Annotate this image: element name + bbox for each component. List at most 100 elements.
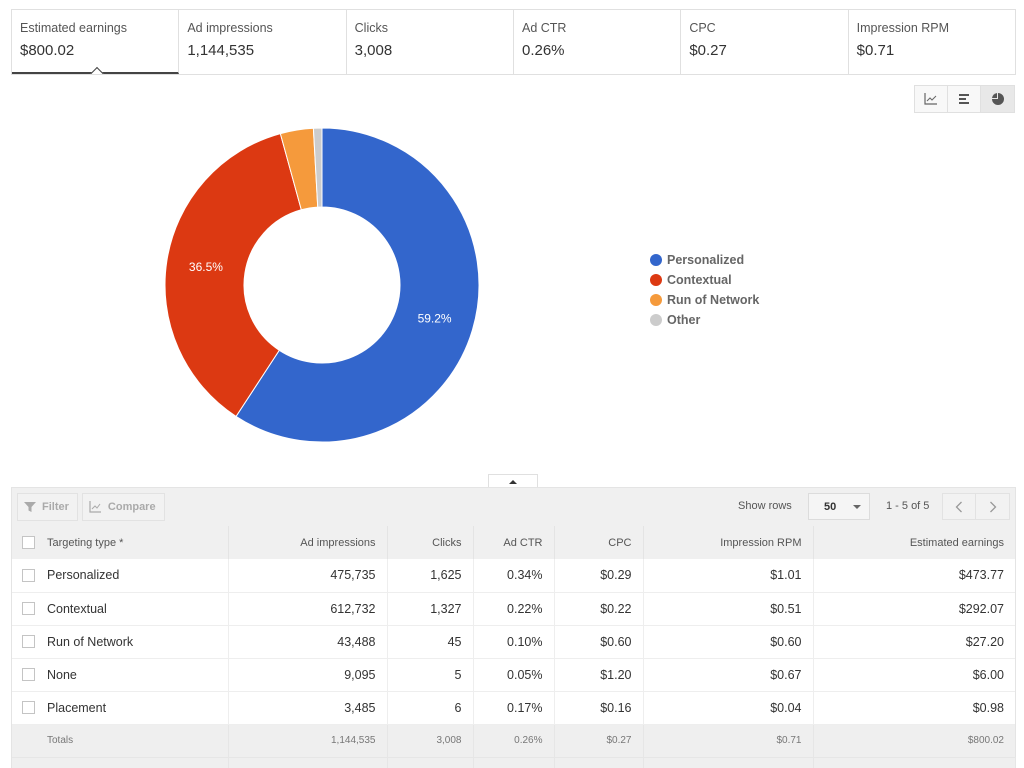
legend-dot-icon — [650, 314, 662, 326]
legend-item-contextual[interactable]: Contextual — [650, 270, 759, 290]
cell-ad-impressions: 612,732 — [228, 592, 388, 626]
scorecard-value: $0.27 — [689, 42, 727, 59]
row-checkbox[interactable] — [22, 701, 35, 714]
row-checkbox[interactable] — [22, 602, 35, 615]
legend-item-run-of-network[interactable]: Run of Network — [650, 290, 759, 310]
cell-ad-ctr: 0.34% — [473, 559, 555, 593]
report-table: Targeting type * Ad impressions Clicks A… — [12, 526, 1016, 768]
cell-targeting-type: Contextual — [47, 592, 229, 626]
total-clicks: 3,008 — [387, 724, 474, 758]
row-select-cell — [12, 658, 47, 692]
metric-scorecards: Estimated earnings $800.02 Ad impression… — [11, 9, 1016, 75]
report-table-panel: Filter Compare Show rows 50 1 - 5 of 5 T… — [11, 487, 1016, 768]
pagination-info: 1 - 5 of 5 — [886, 500, 930, 512]
scorecard-value: 3,008 — [354, 42, 393, 59]
legend-dot-icon — [650, 274, 662, 286]
row-checkbox[interactable] — [22, 668, 35, 681]
legend-item-personalized[interactable]: Personalized — [650, 250, 759, 270]
bar-chart-button[interactable] — [948, 86, 981, 112]
column-header-clicks[interactable]: Clicks — [387, 526, 474, 559]
column-header-estimated-earnings[interactable]: Estimated earnings — [813, 526, 1015, 559]
collapse-chart-button[interactable] — [488, 474, 538, 488]
cell-clicks: 5 — [387, 658, 474, 692]
dropdown-arrow-icon — [853, 505, 861, 509]
table-row: Personalized 475,735 1,625 0.34% $0.29 $… — [12, 559, 1015, 593]
cell-ad-ctr: 0.10% — [473, 625, 555, 659]
scorecard-label: Ad impressions — [187, 21, 273, 35]
scorecard-clicks[interactable]: Clicks 3,008 — [347, 10, 514, 74]
cell-cpc: $0.22 — [554, 592, 644, 626]
scorecard-label: Ad CTR — [521, 21, 567, 35]
row-checkbox[interactable] — [22, 568, 35, 582]
filter-button[interactable]: Filter — [17, 493, 78, 521]
column-header-ad-ctr[interactable]: Ad CTR — [473, 526, 555, 559]
cell-ad-impressions: 475,735 — [228, 559, 388, 593]
show-rows-value: 50 — [824, 500, 837, 513]
scorecard-label: CPC — [689, 21, 716, 35]
show-rows-select[interactable]: 50 — [808, 493, 870, 520]
totals-empty-cell — [12, 724, 47, 758]
cell-clicks: 1,625 — [387, 559, 474, 593]
select-all-checkbox[interactable] — [22, 536, 35, 549]
cell-cpc: $0.16 — [554, 691, 644, 725]
cell-targeting-type: Personalized — [47, 559, 229, 593]
scorecard-label: Estimated earnings — [20, 21, 128, 35]
legend-label: Contextual — [667, 273, 732, 287]
totals-label: Totals — [47, 724, 229, 758]
table-row: Contextual 612,732 1,327 0.22% $0.22 $0.… — [12, 592, 1015, 626]
cell-ad-impressions: 43,488 — [228, 625, 388, 659]
scorecard-ad-impressions[interactable]: Ad impressions 1,144,535 — [179, 10, 347, 74]
cell-impression-rpm: $0.04 — [643, 691, 814, 725]
row-select-cell — [12, 592, 47, 626]
spacer-cell — [643, 757, 814, 768]
row-select-cell — [12, 691, 47, 725]
show-rows-label: Show rows — [738, 500, 792, 512]
cell-cpc: $0.29 — [554, 559, 644, 593]
row-select-cell — [12, 559, 47, 593]
donut-chart: 59.2% 36.5% — [160, 125, 490, 455]
scorecard-value: $0.71 — [856, 42, 895, 59]
total-impression-rpm: $0.71 — [643, 724, 814, 758]
column-header-ad-impressions[interactable]: Ad impressions — [228, 526, 388, 559]
scorecard-value: $800.02 — [20, 42, 75, 59]
legend-item-other[interactable]: Other — [650, 310, 759, 330]
scorecard-ad-ctr[interactable]: Ad CTR 0.26% — [514, 10, 682, 74]
line-chart-button[interactable] — [915, 86, 948, 112]
filter-icon — [24, 502, 36, 512]
next-page-button[interactable] — [976, 494, 1009, 519]
cell-targeting-type: None — [47, 658, 229, 692]
pagination-controls — [942, 493, 1010, 520]
spacer-cell — [387, 757, 474, 768]
select-all-cell — [12, 526, 47, 559]
pie-chart-icon — [991, 93, 1004, 105]
chevron-right-icon — [989, 501, 996, 512]
cell-impression-rpm: $1.01 — [643, 559, 814, 593]
scorecard-estimated-earnings[interactable]: Estimated earnings $800.02 — [12, 10, 180, 74]
selected-caret-icon — [90, 66, 104, 74]
cell-estimated-earnings: $27.20 — [813, 625, 1015, 659]
legend-label: Run of Network — [667, 293, 760, 307]
row-checkbox[interactable] — [22, 635, 35, 648]
spacer-cell — [228, 757, 388, 768]
previous-page-button[interactable] — [943, 494, 976, 519]
scorecard-impression-rpm[interactable]: Impression RPM $0.71 — [849, 10, 1015, 74]
pie-chart-button[interactable] — [981, 86, 1014, 112]
slice-percent-label: 36.5% — [189, 260, 223, 274]
scorecard-label: Impression RPM — [856, 21, 950, 35]
table-footer-spacer — [12, 757, 1016, 768]
spacer-cell — [554, 757, 644, 768]
compare-button[interactable]: Compare — [81, 493, 165, 521]
column-header-targeting-type[interactable]: Targeting type * — [47, 526, 229, 559]
column-header-cpc[interactable]: CPC — [554, 526, 644, 559]
column-header-impression-rpm[interactable]: Impression RPM — [643, 526, 814, 559]
cell-clicks: 1,327 — [387, 592, 474, 626]
cell-clicks: 45 — [387, 625, 474, 659]
cell-targeting-type: Placement — [47, 691, 229, 725]
scorecard-value: 0.26% — [521, 42, 565, 59]
legend-dot-icon — [650, 294, 662, 306]
total-cpc: $0.27 — [554, 724, 644, 758]
scorecard-value: 1,144,535 — [187, 42, 255, 59]
spacer-cell — [47, 757, 229, 768]
cell-estimated-earnings: $6.00 — [813, 658, 1015, 692]
scorecard-cpc[interactable]: CPC $0.27 — [681, 10, 849, 74]
